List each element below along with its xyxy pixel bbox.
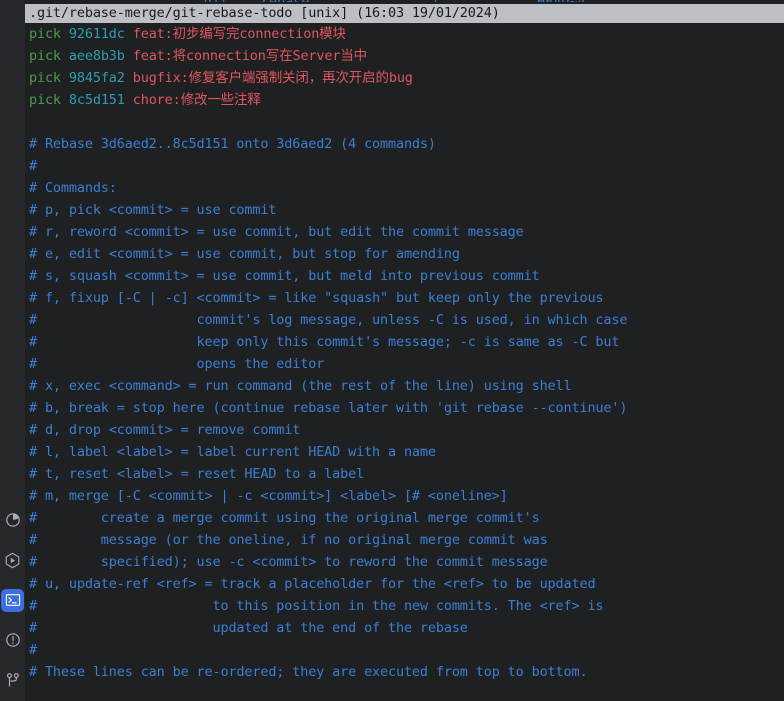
todo-comment-line: # Rebase 3d6aed2..8c5d151 onto 3d6aed2 (… xyxy=(29,136,436,152)
todo-comment-line: # These lines can be re-ordered; they ar… xyxy=(29,664,588,680)
pick-commit-hash: 92611dc xyxy=(68,26,125,42)
rebase-todo-editor-window: git rebase -i HEAD~4 .git/rebase-merge/g… xyxy=(0,0,784,701)
todo-pick-line[interactable]: pick 9845fa2 bugfix:修复客户端强制关闭，再次开启的bug xyxy=(29,67,784,89)
pick-commit-hash: 9845fa2 xyxy=(68,70,125,86)
pick-commit-hash: 8c5d151 xyxy=(68,92,125,108)
todo-comment-line: # xyxy=(29,642,37,658)
sidebar-item-problems[interactable] xyxy=(0,625,25,655)
todo-comment-line: # m, merge [-C <commit> | -c <commit>] <… xyxy=(29,488,508,504)
todo-comment-line: # x, exec <command> = run command (the r… xyxy=(29,378,572,394)
todo-pick-line[interactable]: pick 92611dc feat:初步编写完connection模块 xyxy=(29,23,784,45)
editor-pane[interactable]: git rebase -i HEAD~4 .git/rebase-merge/g… xyxy=(25,0,784,701)
sidebar-item-statistics[interactable] xyxy=(0,505,25,535)
pie-chart-icon xyxy=(1,509,24,532)
sidebar-item-run[interactable] xyxy=(0,545,25,575)
todo-pick-line[interactable]: pick aee8b3b feat:将connection写在Server当中 xyxy=(29,45,784,67)
rebase-todo-buffer[interactable]: pick 92611dc feat:初步编写完connection模块 pick … xyxy=(29,23,784,701)
todo-pick-line[interactable]: pick 8c5d151 chore:修改一些注释 xyxy=(29,89,784,111)
todo-comment-line: # create a merge commit using the origin… xyxy=(29,510,540,526)
todo-comment-line: # keep only this commit's message; -c is… xyxy=(29,334,620,350)
pick-commit-message: feat:初步编写完connection模块 xyxy=(132,26,346,42)
previous-shell-line: git rebase -i HEAD~4 xyxy=(25,0,784,2)
todo-comment-line: # xyxy=(29,158,37,174)
todo-comment-line: # specified); use -c <commit> to reword … xyxy=(29,554,548,570)
todo-comment-line: # f, fixup [-C | -c] <commit> = like "sq… xyxy=(29,290,604,306)
todo-comment-line: # t, reset <label> = reset HEAD to a lab… xyxy=(29,466,365,482)
todo-comment-line: # d, drop <commit> = remove commit xyxy=(29,422,301,438)
todo-comment-line: # to this position in the new commits. T… xyxy=(29,598,604,614)
todo-comment-line: # p, pick <commit> = use commit xyxy=(29,202,277,218)
todo-comment-line: # l, label <label> = label current HEAD … xyxy=(29,444,436,460)
todo-comment-line: # opens the editor xyxy=(29,356,325,372)
todo-comment-line: # updated at the end of the rebase xyxy=(29,620,468,636)
source-control-icon xyxy=(1,669,24,692)
alert-circle-icon xyxy=(1,629,24,652)
sidebar-item-terminal[interactable] xyxy=(0,585,25,615)
pick-command: pick xyxy=(29,92,61,108)
pick-commit-message: feat:将connection写在Server当中 xyxy=(132,48,368,64)
terminal-icon xyxy=(1,588,24,612)
activity-bar xyxy=(0,0,25,701)
pick-commit-message: chore:修改一些注释 xyxy=(132,92,261,108)
todo-comment-line: # r, reword <commit> = use commit, but e… xyxy=(29,224,524,240)
todo-comment-line: # u, update-ref <ref> = track a placehol… xyxy=(29,576,596,592)
todo-comment-line: # commit's log message, unless -C is use… xyxy=(29,312,628,328)
sidebar-item-source-control[interactable] xyxy=(0,665,25,695)
pick-commit-message: bugfix:修复客户端强制关闭，再次开启的bug xyxy=(132,70,413,86)
pick-command: pick xyxy=(29,70,61,86)
todo-comment-line: # e, edit <commit> = use commit, but sto… xyxy=(29,246,460,262)
todo-comment-line: # message (or the oneline, if no origina… xyxy=(29,532,548,548)
pick-command: pick xyxy=(29,26,61,42)
editor-title-bar: .git/rebase-merge/git-rebase-todo [unix]… xyxy=(25,4,784,23)
todo-comment-line: # b, break = stop here (continue rebase … xyxy=(29,400,628,416)
pick-commit-hash: aee8b3b xyxy=(68,48,125,64)
run-hexagon-icon xyxy=(1,549,24,572)
todo-comment-line: # s, squash <commit> = use commit, but m… xyxy=(29,268,540,284)
todo-comment-line: # Commands: xyxy=(29,180,117,196)
pick-command: pick xyxy=(29,48,61,64)
